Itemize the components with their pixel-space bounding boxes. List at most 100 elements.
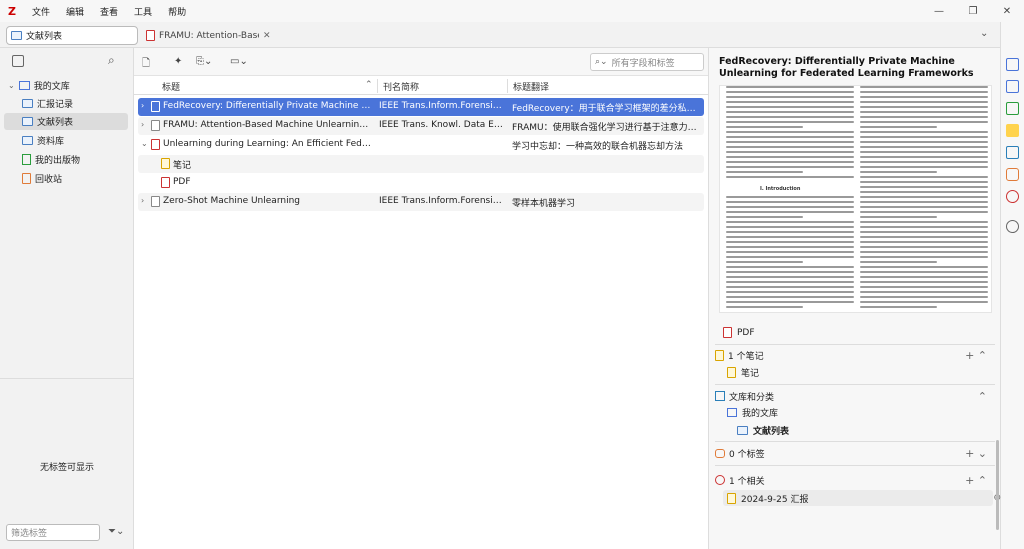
tags-header-label: 0 个标签 <box>729 449 765 460</box>
collection-item-reports[interactable]: 汇报记录 <box>4 95 128 112</box>
library-root[interactable]: 我的文库 <box>727 406 778 419</box>
divider <box>715 384 995 385</box>
pdf-text-line <box>726 266 854 268</box>
libraries-icon[interactable] <box>1006 146 1019 159</box>
add-collapse-icon[interactable]: + ⌃ <box>965 349 987 362</box>
menu-edit[interactable]: 编辑 <box>58 5 92 18</box>
library-icon <box>727 408 737 417</box>
menu-file[interactable]: 文件 <box>24 5 58 18</box>
tag-filter-menu-icon[interactable]: ⏷⌄ <box>108 526 124 537</box>
table-row[interactable]: › FedRecovery: Differentially Private Ma… <box>138 98 704 116</box>
library-collection[interactable]: 文献列表 <box>737 424 789 437</box>
add-attachment-icon[interactable]: ⎘⌄ <box>196 56 212 68</box>
pdf-text-line <box>726 126 803 128</box>
table-row[interactable]: › Zero-Shot Machine Unlearning IEEE Tran… <box>138 193 704 211</box>
new-note-icon[interactable]: ▭⌄ <box>230 56 248 68</box>
tags-icon[interactable] <box>1006 168 1019 181</box>
pdf-text-line <box>726 96 854 98</box>
row-translation: 零样本机器学习 <box>512 199 576 209</box>
row-title: FedRecovery: Differentially Private Mach… <box>163 101 373 111</box>
pdf-text-line <box>860 131 988 133</box>
add-by-identifier-icon[interactable]: ✦ <box>174 56 190 68</box>
menu-view[interactable]: 查看 <box>92 5 126 18</box>
column-title[interactable]: 标题 <box>162 80 180 93</box>
related-section-header[interactable]: 1 个相关 + ⌃ <box>715 472 995 488</box>
table-row[interactable]: ⌄ Unlearning during Learning: An Efficie… <box>138 136 704 154</box>
pdf-text-line <box>860 301 988 303</box>
collection-item-literature[interactable]: 文献列表 <box>4 113 128 130</box>
notes-icon[interactable] <box>1006 124 1019 137</box>
collection-label: 文献列表 <box>37 118 74 128</box>
search-input[interactable]: ⌕⌄ 所有字段和标签 <box>590 53 704 71</box>
pdf-text-line <box>726 86 854 88</box>
table-row-child-pdf[interactable]: PDF <box>138 174 704 192</box>
column-publication[interactable]: 刊名简称 <box>383 80 419 93</box>
notes-section-header[interactable]: 1 个笔记 + ⌃ <box>715 347 995 363</box>
tag-filter-input[interactable]: 筛选标签 <box>6 524 100 541</box>
locate-icon[interactable] <box>1006 220 1019 233</box>
restore-button[interactable]: ❐ <box>956 0 990 22</box>
pdf-text-line <box>726 206 854 208</box>
tags-section-header[interactable]: 0 个标签 + ⌄ <box>715 445 995 461</box>
tabs-menu-chevron-icon[interactable]: ⌄ <box>980 28 988 39</box>
attachment-label: PDF <box>737 327 755 338</box>
item-pane: FedRecovery: Differentially Private Mach… <box>708 48 1001 549</box>
collection-item-trash[interactable]: 回收站 <box>4 170 128 187</box>
pdf-text-line <box>860 211 988 213</box>
pdf-text-line <box>726 91 854 93</box>
table-row[interactable]: › FRAMU: Attention-Based Machine Unlearn… <box>138 117 704 135</box>
close-button[interactable]: ✕ <box>990 0 1024 22</box>
pdf-text-line <box>726 176 854 178</box>
pdf-icon <box>723 327 732 338</box>
collection-item-materials[interactable]: 资料库 <box>4 132 128 149</box>
pdf-text-line <box>726 151 854 153</box>
note-icon <box>727 492 736 504</box>
add-collapse-icon[interactable]: + ⌄ <box>965 447 987 460</box>
search-mode-icon[interactable]: ⌕⌄ <box>595 57 608 67</box>
table-row-child-note[interactable]: 笔记 <box>138 155 704 173</box>
column-translation[interactable]: 标题翻译 <box>513 80 549 93</box>
related-icon[interactable] <box>1006 190 1019 203</box>
pdf-text-line <box>860 206 988 208</box>
new-collection-icon[interactable] <box>12 55 24 67</box>
pdf-text-line <box>726 221 854 223</box>
chevron-right-icon[interactable]: › <box>141 196 144 205</box>
related-item[interactable]: 2024-9-25 汇报 ⊖ <box>723 490 1001 506</box>
pdf-section-heading: I. Introduction <box>760 186 801 192</box>
item-pane-scrollbar[interactable] <box>996 440 999 530</box>
chevron-right-icon[interactable]: › <box>141 120 144 129</box>
library-icon <box>18 81 30 90</box>
column-divider[interactable] <box>377 79 378 93</box>
pdf-text-line <box>860 306 937 308</box>
pdf-preview[interactable]: I. Introduction <box>719 85 992 313</box>
collection-item-publications[interactable]: 我的出版物 <box>4 151 128 168</box>
note-item[interactable]: 笔记 <box>727 366 759 379</box>
row-title: 笔记 <box>173 161 192 171</box>
attachments-icon[interactable] <box>1006 102 1019 115</box>
item-title[interactable]: FedRecovery: Differentially Private Mach… <box>719 56 989 80</box>
tags-empty-message: 无标签可显示 <box>39 463 94 473</box>
pdf-attachment[interactable]: PDF <box>723 327 755 338</box>
new-item-icon[interactable]: 🗋⌄ <box>142 56 158 84</box>
menu-help[interactable]: 帮助 <box>160 5 194 18</box>
column-divider[interactable] <box>507 79 508 93</box>
add-collapse-icon[interactable]: + ⌃ <box>965 474 987 487</box>
tab-pdf-reader[interactable]: FRAMU: Attention-Base ✕ <box>144 26 274 45</box>
journal-article-icon <box>151 101 160 112</box>
tab-close-icon[interactable]: ✕ <box>263 31 271 41</box>
chevron-right-icon[interactable]: › <box>141 101 144 110</box>
abstract-icon[interactable] <box>1006 80 1019 93</box>
chevron-down-icon[interactable]: ⌄ <box>141 139 148 148</box>
collection-root[interactable]: ⌄ 我的文库 <box>4 77 128 94</box>
pdf-text-line <box>726 256 854 258</box>
pdf-text-line <box>726 111 854 113</box>
collection-label: 我的出版物 <box>35 156 81 166</box>
search-icon[interactable]: ⌕ <box>108 53 115 68</box>
collapse-icon[interactable]: ⌃ <box>978 390 987 403</box>
collections-pane: ⌕ ⌄ 我的文库 汇报记录 文献列表 资料库 我的出版物 回收站 无标签可显示 … <box>0 48 134 549</box>
info-icon[interactable] <box>1006 58 1019 71</box>
libraries-section-header[interactable]: 文库和分类 ⌃ <box>715 388 995 404</box>
menu-tools[interactable]: 工具 <box>126 5 160 18</box>
minimize-button[interactable]: — <box>922 0 956 22</box>
tab-library[interactable]: 文献列表 <box>6 26 138 45</box>
